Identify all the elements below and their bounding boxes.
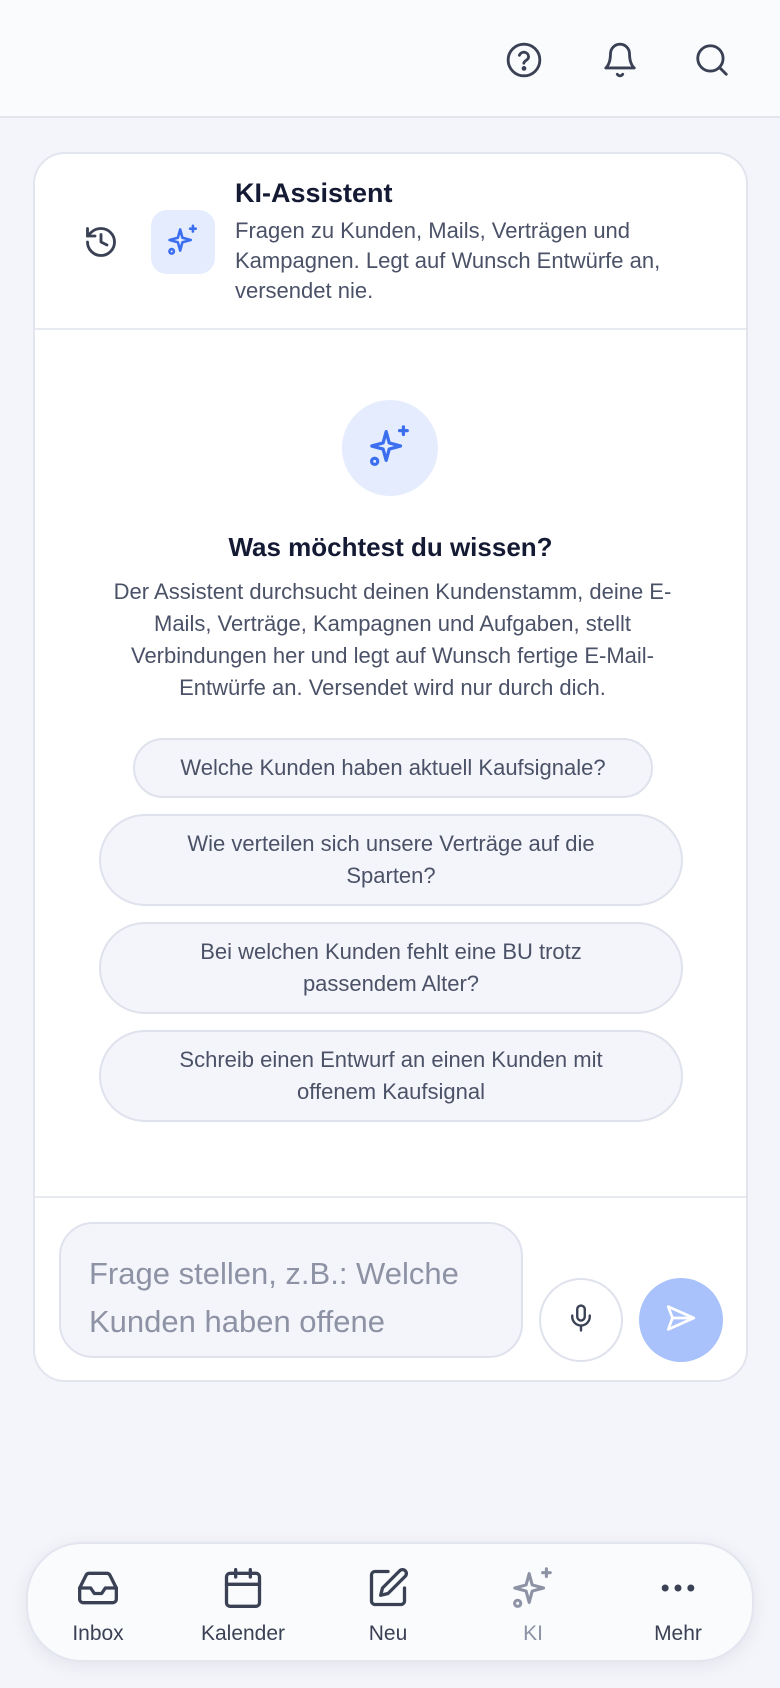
nav-label: Kalender: [200, 1622, 286, 1645]
empty-state-description: Der Assistent durchsucht deinen Kundenst…: [113, 579, 672, 700]
nav-item-more[interactable]: Mehr: [608, 1544, 748, 1664]
microphone-icon: [566, 1303, 596, 1338]
nav-item-calendar[interactable]: Kalender: [173, 1544, 313, 1664]
hero-badge: [342, 400, 438, 496]
sparkles-icon: [510, 1566, 556, 1610]
assistant-panel: KI-Assistent Fragen zu Kunden, Mails, Ve…: [33, 152, 748, 1382]
calendar-icon: [221, 1566, 265, 1610]
microphone-button[interactable]: [539, 1278, 623, 1362]
empty-state-heading: Was möchtest du wissen?: [228, 532, 553, 562]
assistant-title: KI-Assistent: [235, 178, 393, 208]
nav-label: Inbox: [72, 1622, 124, 1645]
send-icon: [664, 1301, 698, 1340]
question-input[interactable]: Frage stellen, z.B.: Welche Kunden haben…: [59, 1222, 523, 1358]
compose-icon: [366, 1566, 410, 1610]
suggestion-chip[interactable]: Welche Kunden haben aktuell Kaufsignale?: [133, 738, 653, 798]
send-button[interactable]: [639, 1278, 723, 1362]
suggestion-chip[interactable]: Bei welchen Kunden fehlt eine BU trotz p…: [99, 922, 683, 1014]
top-bar: [0, 0, 780, 118]
nav-item-inbox[interactable]: Inbox: [28, 1544, 168, 1664]
bottom-nav: Inbox Kalender Neu KI Mehr: [26, 1542, 754, 1662]
assistant-subtitle: Fragen zu Kunden, Mails, Verträgen und K…: [235, 218, 661, 303]
suggestion-chip[interactable]: Wie verteilen sich unsere Verträge auf d…: [99, 814, 683, 906]
assistant-header: KI-Assistent Fragen zu Kunden, Mails, Ve…: [35, 154, 746, 330]
sparkles-icon: [367, 423, 413, 474]
bell-icon[interactable]: [596, 36, 644, 84]
history-icon[interactable]: [77, 218, 125, 266]
more-icon: [656, 1566, 700, 1610]
nav-item-ki[interactable]: KI: [463, 1544, 603, 1664]
sparkles-icon: [166, 223, 200, 262]
nav-label: Neu: [368, 1622, 408, 1645]
composer-bar: Frage stellen, z.B.: Welche Kunden haben…: [35, 1196, 746, 1380]
nav-label: Mehr: [654, 1622, 702, 1645]
suggestion-chip[interactable]: Schreib einen Entwurf an einen Kunden mi…: [99, 1030, 683, 1122]
assistant-avatar: [151, 210, 215, 274]
help-icon[interactable]: [500, 36, 548, 84]
nav-label: KI: [523, 1622, 543, 1645]
nav-item-new[interactable]: Neu: [318, 1544, 458, 1664]
search-icon[interactable]: [688, 36, 736, 84]
inbox-icon: [76, 1566, 120, 1610]
